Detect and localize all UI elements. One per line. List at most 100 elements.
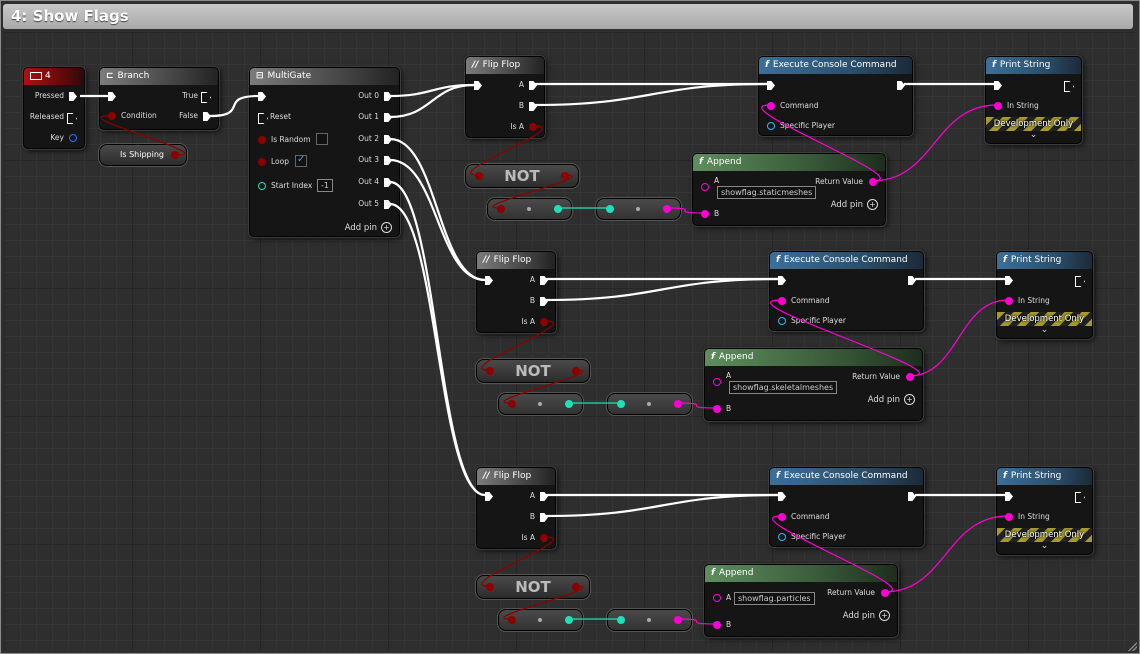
int-to-string-out-pin[interactable] [674,400,682,408]
print-exec-in-pin[interactable] [1005,492,1013,501]
bool-to-int-in-pin[interactable] [508,400,516,408]
comment-box-title[interactable]: 4: Show Flags [3,4,1133,29]
flip-flop-is-a-pin[interactable] [540,318,548,326]
flip-flop-node[interactable]: //Flip Flop A B Is A [476,251,556,333]
multigate-exec-in-pin[interactable] [258,92,266,101]
flip-flop-is-a-pin[interactable] [540,534,548,542]
out-5-exec-pin[interactable] [384,200,392,209]
append-add-pin-label[interactable]: Add pin [831,200,863,210]
key-struct-pin[interactable] [69,134,77,142]
condition-pin[interactable] [108,112,116,120]
is-random-pin[interactable] [258,136,266,144]
in-string-pin[interactable] [1005,513,1013,521]
print-string-node[interactable]: f Print String In String Development Only… [985,56,1082,144]
int-to-string-node[interactable] [596,198,681,220]
pressed-exec-pin[interactable] [69,92,77,101]
command-pin[interactable] [767,102,775,110]
bool-to-int-in-pin[interactable] [508,616,516,624]
append-a-field[interactable]: showflag.staticmeshes [717,186,817,199]
add-pin-icon[interactable]: + [867,199,878,210]
append-b-pin[interactable] [713,621,721,629]
add-pin-icon[interactable]: + [904,394,915,405]
branch-node[interactable]: ⊏ Branch Condition True False [99,67,219,130]
comment-resize-handle[interactable] [1127,641,1137,651]
append-add-pin-label[interactable]: Add pin [868,395,900,405]
add-pin-icon[interactable]: + [381,222,392,233]
flip-flop-b-exec-pin[interactable] [529,102,537,111]
start-index-pin[interactable] [258,182,266,190]
out-2-exec-pin[interactable] [384,135,392,144]
released-exec-pin[interactable] [67,113,77,124]
append-add-pin-label[interactable]: Add pin [843,611,875,621]
execute-exec-out-pin[interactable] [908,276,916,285]
flip-flop-exec-in-pin[interactable] [485,492,493,501]
return-value-pin[interactable] [869,178,877,186]
execute-console-command-node[interactable]: f Execute Console Command Command Specifi… [769,467,924,547]
key-event-node[interactable]: 4 Pressed Released Key [23,67,85,149]
chevron-down-icon[interactable]: ⌄ [986,130,1081,140]
execute-exec-in-pin[interactable] [767,81,775,90]
execute-exec-out-pin[interactable] [908,492,916,501]
not-node[interactable]: NOT [476,359,590,383]
return-value-pin[interactable] [881,589,889,597]
int-to-string-in-pin[interactable] [606,205,614,213]
out-3-exec-pin[interactable] [384,156,392,165]
bool-to-int-out-pin[interactable] [554,205,562,213]
append-node[interactable]: f Append A showflag.particles B Return Va… [704,564,898,637]
false-exec-pin[interactable] [203,112,211,121]
multigate-node[interactable]: ⊟ MultiGate Reset Is Random Loop ✓ Start … [249,67,400,237]
specific-player-pin[interactable] [778,533,786,541]
bool-to-int-node[interactable] [498,609,583,631]
append-b-pin[interactable] [701,210,709,218]
print-string-node[interactable]: f Print String In String Development Only… [996,251,1093,339]
bool-to-int-node[interactable] [498,393,583,415]
bool-to-int-in-pin[interactable] [497,205,505,213]
bool-to-int-node[interactable] [487,198,572,220]
flip-flop-b-exec-pin[interactable] [540,513,548,522]
flip-flop-a-exec-pin[interactable] [529,81,537,90]
multigate-add-pin-label[interactable]: Add pin [345,223,377,233]
int-to-string-out-pin[interactable] [674,616,682,624]
add-pin-icon[interactable]: + [879,610,890,621]
append-a-pin[interactable] [701,183,709,191]
append-a-field[interactable]: showflag.particles [734,592,815,605]
in-string-pin[interactable] [994,102,1002,110]
out-1-exec-pin[interactable] [384,113,392,122]
int-to-string-in-pin[interactable] [617,400,625,408]
chevron-down-icon[interactable]: ⌄ [997,541,1092,551]
loop-pin[interactable] [258,158,266,166]
in-string-pin[interactable] [1005,297,1013,305]
is-shipping-node[interactable]: Is Shipping [99,144,187,166]
flip-flop-node[interactable]: //Flip Flop A B Is A [465,56,545,138]
bool-to-int-out-pin[interactable] [565,616,573,624]
execute-exec-in-pin[interactable] [778,276,786,285]
flip-flop-is-a-pin[interactable] [529,123,537,131]
execute-console-command-node[interactable]: f Execute Console Command Command Specifi… [769,251,924,331]
int-to-string-node[interactable] [607,609,692,631]
out-0-exec-pin[interactable] [384,92,392,101]
is-shipping-out-pin[interactable] [171,151,179,159]
chevron-down-icon[interactable]: ⌄ [997,325,1092,335]
append-a-field[interactable]: showflag.skeletalmeshes [729,381,838,394]
not-out-pin[interactable] [572,583,580,591]
append-node[interactable]: f Append A showflag.skeletalmeshes B Retu… [704,348,923,421]
command-pin[interactable] [778,513,786,521]
command-pin[interactable] [778,297,786,305]
int-to-string-node[interactable] [607,393,692,415]
execute-exec-in-pin[interactable] [778,492,786,501]
loop-checkbox[interactable]: ✓ [295,154,307,167]
flip-flop-a-exec-pin[interactable] [540,492,548,501]
not-node[interactable]: NOT [476,575,590,599]
not-out-pin[interactable] [572,367,580,375]
int-to-string-in-pin[interactable] [617,616,625,624]
append-b-pin[interactable] [713,405,721,413]
start-index-field[interactable]: -1 [317,179,333,192]
return-value-pin[interactable] [906,373,914,381]
true-exec-pin[interactable] [201,92,211,103]
is-random-checkbox[interactable] [316,133,328,145]
specific-player-pin[interactable] [767,122,775,130]
flip-flop-exec-in-pin[interactable] [474,81,482,90]
flip-flop-a-exec-pin[interactable] [540,276,548,285]
branch-exec-in-pin[interactable] [108,92,116,101]
print-exec-out-pin[interactable] [1075,492,1085,503]
